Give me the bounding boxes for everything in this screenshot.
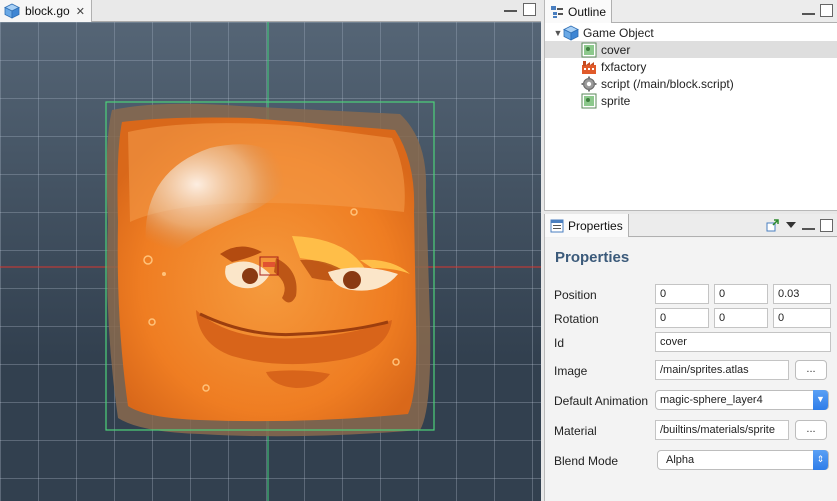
view-menu-icon[interactable] <box>785 220 797 230</box>
tree-node-cover[interactable]: cover <box>545 41 837 58</box>
scene-canvas <box>0 22 541 501</box>
rotation-label: Rotation <box>554 312 599 326</box>
material-input[interactable]: /builtins/materials/sprite <box>655 420 789 440</box>
tree-node-fxfactory[interactable]: fxfactory <box>545 58 837 75</box>
properties-pane: Properties Properties Position 0 0 0.03 … <box>544 214 837 501</box>
properties-icon <box>550 219 564 232</box>
outline-tab-label: Outline <box>568 4 607 19</box>
maximize-icon[interactable] <box>523 3 536 16</box>
tree-node-label: cover <box>601 42 631 57</box>
tab-properties[interactable]: Properties <box>545 214 629 237</box>
default-animation-value: magic-sphere_layer4 <box>660 394 763 406</box>
image-label: Image <box>554 364 588 378</box>
maximize-icon[interactable] <box>820 4 833 17</box>
outline-header: Outline <box>545 0 837 23</box>
editor-tab-bar: block.go ✕ <box>0 0 541 22</box>
blend-mode-select[interactable]: Alpha ⇕ <box>657 450 829 470</box>
game-object-icon <box>563 25 579 41</box>
tree-node-label: fxfactory <box>601 59 647 74</box>
material-row: Material /builtins/materials/sprite ... <box>545 420 837 442</box>
outline-pane: Outline ▼ Game Object cover fxfactory sc… <box>544 0 837 211</box>
rotation-x-input[interactable]: 0 <box>655 308 709 328</box>
material-label: Material <box>554 424 597 438</box>
properties-title: Properties <box>555 249 630 266</box>
rotation-z-input[interactable]: 0 <box>773 308 831 328</box>
minimize-icon[interactable] <box>504 3 517 12</box>
default-animation-select[interactable]: magic-sphere_layer4 ▼ <box>655 390 829 410</box>
properties-form: Properties Position 0 0 0.03 Rotation 0 … <box>545 238 837 501</box>
tab-outline[interactable]: Outline <box>545 0 613 23</box>
tree-node-label: script (/main/block.script) <box>601 76 734 91</box>
properties-header: Properties <box>545 214 837 237</box>
material-browse-button[interactable]: ... <box>795 420 827 440</box>
pin-icon[interactable] <box>766 218 780 232</box>
sprite-icon <box>581 42 597 57</box>
position-y-input[interactable]: 0 <box>714 284 768 304</box>
game-object-icon <box>4 3 20 19</box>
default-animation-row: Default Animation magic-sphere_layer4 ▼ <box>545 390 837 412</box>
maximize-icon[interactable] <box>820 218 833 232</box>
properties-tab-label: Properties <box>568 218 623 233</box>
factory-icon <box>582 60 596 74</box>
scene-viewport[interactable] <box>0 22 541 501</box>
minimize-icon[interactable] <box>802 6 815 15</box>
close-icon[interactable]: ✕ <box>76 5 85 18</box>
position-x-input[interactable]: 0 <box>655 284 709 304</box>
tree-node-script[interactable]: script (/main/block.script) <box>545 75 837 92</box>
id-input[interactable]: cover <box>655 332 831 352</box>
outline-tree: ▼ Game Object cover fxfactory script (/m… <box>545 24 837 109</box>
block-sprite[interactable] <box>106 103 431 437</box>
sprite-icon <box>581 93 597 108</box>
default-animation-label: Default Animation <box>554 394 649 408</box>
id-row: Id cover <box>545 332 837 354</box>
scene-editor-pane: block.go ✕ <box>0 0 541 501</box>
tree-node-label: Game Object <box>583 25 654 40</box>
image-input[interactable]: /main/sprites.atlas <box>655 360 789 380</box>
id-label: Id <box>554 336 565 350</box>
rotation-y-input[interactable]: 0 <box>714 308 768 328</box>
gear-icon <box>581 76 597 91</box>
tree-node-label: sprite <box>601 93 631 108</box>
tree-node-sprite[interactable]: sprite <box>545 92 837 109</box>
chevron-updown-icon: ⇕ <box>813 450 828 470</box>
tree-node-game-object[interactable]: ▼ Game Object <box>545 24 837 41</box>
image-row: Image /main/sprites.atlas ... <box>545 360 837 382</box>
blend-mode-label: Blend Mode <box>554 454 619 468</box>
chevron-down-icon: ▼ <box>813 390 828 410</box>
position-z-input[interactable]: 0.03 <box>773 284 831 304</box>
blend-mode-row: Blend Mode Alpha ⇕ <box>545 450 837 472</box>
expand-arrow-icon[interactable]: ▼ <box>553 28 563 38</box>
blend-mode-value: Alpha <box>666 454 695 466</box>
outline-icon <box>551 5 563 18</box>
editor-window: block.go ✕ Outline ▼ Game Object cover f… <box>0 0 837 501</box>
image-browse-button[interactable]: ... <box>795 360 827 380</box>
tab-block-go[interactable]: block.go ✕ <box>0 0 92 22</box>
position-row: Position 0 0 0.03 <box>545 284 837 306</box>
position-label: Position <box>554 288 597 302</box>
tab-label: block.go <box>25 4 70 18</box>
rotation-row: Rotation 0 0 0 <box>545 308 837 330</box>
minimize-icon[interactable] <box>802 221 815 230</box>
